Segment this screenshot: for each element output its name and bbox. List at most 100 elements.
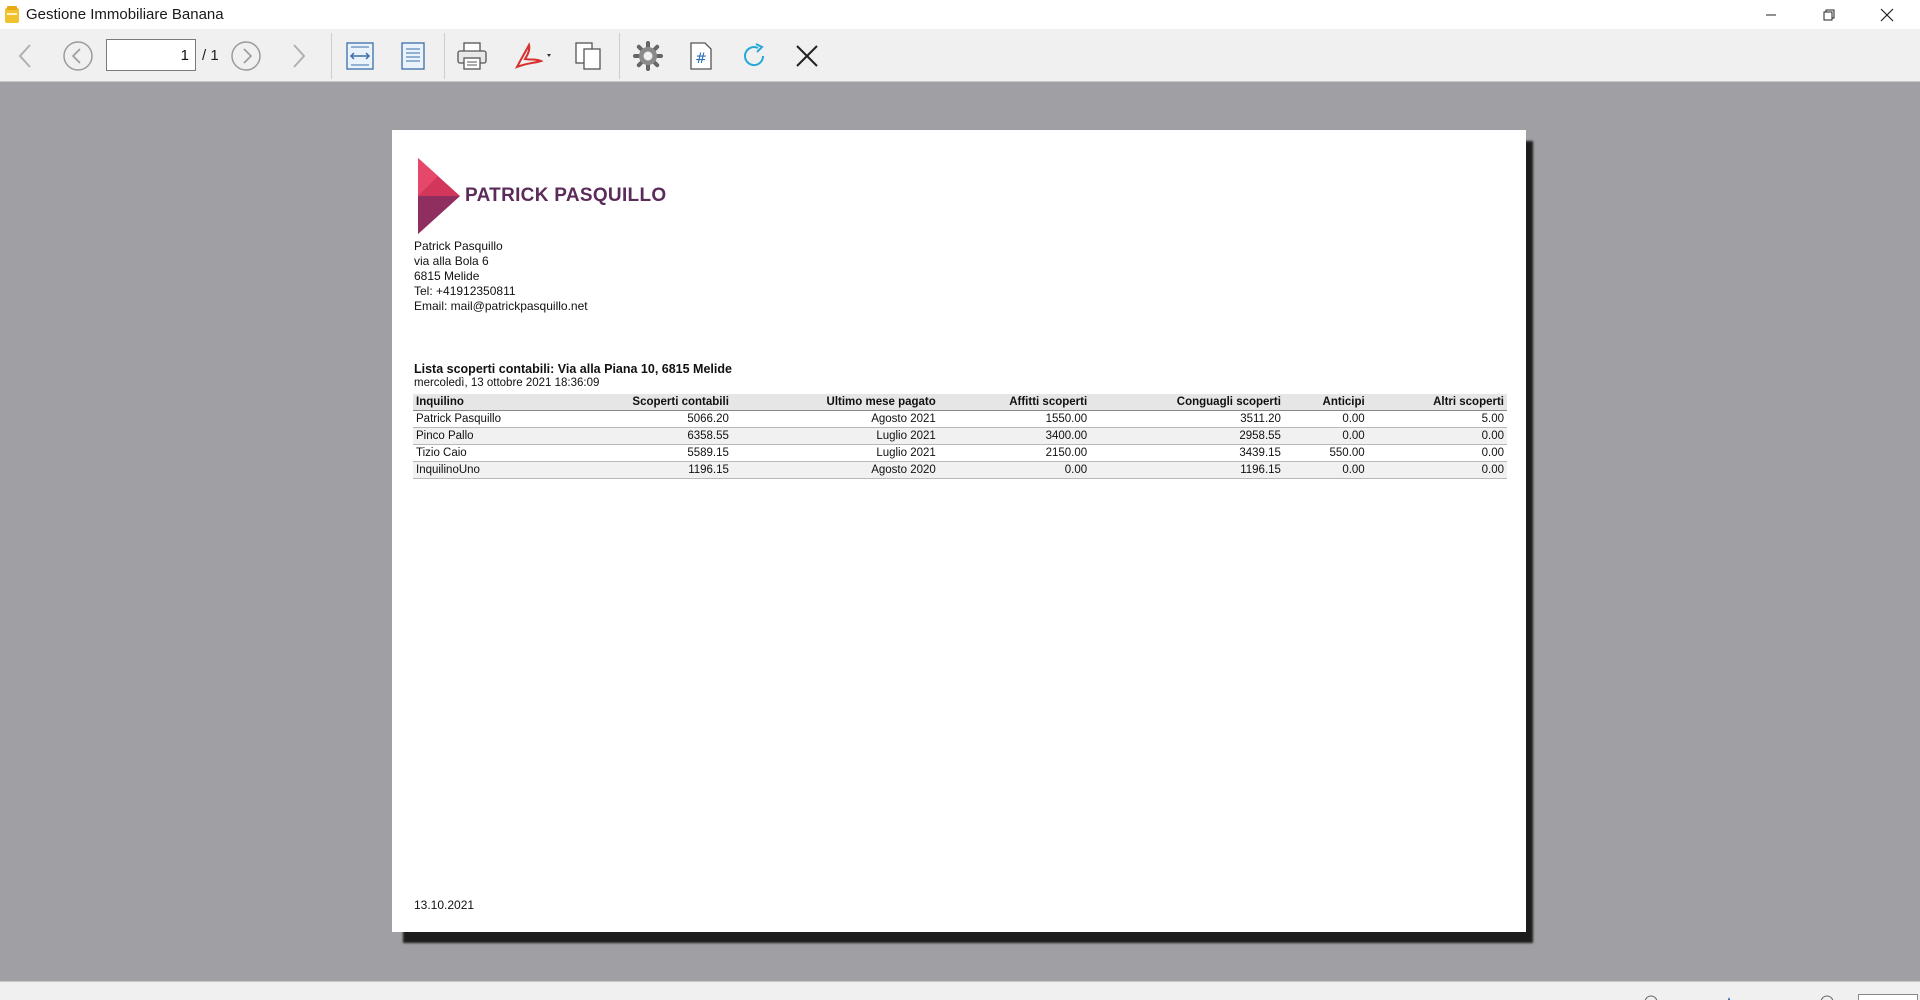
page-total-label: / 1 [202, 47, 219, 64]
print-icon [457, 42, 487, 70]
table-cell: Agosto 2020 [731, 461, 939, 479]
table-cell: 1550.00 [938, 410, 1091, 428]
table-cell: 2958.55 [1090, 427, 1284, 445]
fit-width-button[interactable] [340, 36, 380, 76]
table-cell: InquilinoUno [413, 461, 551, 479]
close-icon [1880, 8, 1894, 21]
table-cell: Luglio 2021 [731, 444, 939, 462]
column-header: Inquilino [413, 394, 551, 411]
table-cell: Agosto 2021 [731, 410, 939, 428]
address-line: Email: mail@patrickpasquillo.net [414, 299, 588, 313]
zoom-out-icon[interactable] [1644, 994, 1658, 1000]
settings-button[interactable] [628, 36, 668, 76]
pdf-export-button[interactable] [506, 36, 560, 76]
next-page-icon [231, 41, 261, 71]
table-cell: 5.00 [1367, 410, 1507, 428]
page-number-icon: # [690, 42, 712, 70]
table-cell: 0.00 [1367, 461, 1507, 479]
page-number-input[interactable] [106, 39, 196, 71]
toolbar-separator [619, 33, 620, 79]
table-row: Pinco Pallo 6358.55 Luglio 2021 3400.00 … [413, 427, 1507, 445]
sender-address: Patrick Pasquillo via alla Bola 6 6815 M… [414, 239, 588, 314]
refresh-icon [744, 43, 765, 67]
previous-page-icon [63, 41, 93, 71]
forward-button[interactable] [278, 36, 318, 76]
company-logo [418, 158, 460, 234]
restore-icon [1823, 9, 1835, 20]
fit-width-icon [346, 42, 374, 70]
back-arrow-icon [18, 44, 31, 68]
copy-icon [575, 42, 601, 70]
minimize-icon [1766, 14, 1776, 15]
report-page: PATRICK PASQUILLO Patrick Pasquillo via … [392, 130, 1526, 932]
table-cell: 5589.15 [550, 444, 732, 462]
column-header: Scoperti contabili [550, 394, 732, 411]
table-cell: 0.00 [1283, 461, 1368, 479]
address-line: Tel: +41912350811 [414, 284, 516, 298]
table-cell: 3511.20 [1090, 410, 1284, 428]
settings-icon [633, 41, 663, 71]
table-cell: Tizio Caio [413, 444, 551, 462]
restore-button[interactable] [1800, 0, 1858, 29]
column-header: Altri scoperti [1367, 394, 1507, 411]
zoom-in-icon[interactable] [1820, 994, 1834, 1000]
table-cell: Patrick Pasquillo [413, 410, 551, 428]
table-row: InquilinoUno 1196.15 Agosto 2020 0.00 11… [413, 461, 1507, 479]
address-line: 6815 Melide [414, 269, 480, 283]
window-title: Gestione Immobiliare Banana [26, 6, 224, 23]
copy-button[interactable] [568, 36, 608, 76]
table-row: Tizio Caio 5589.15 Luglio 2021 2150.00 3… [413, 444, 1507, 462]
toolbar-separator [331, 33, 332, 79]
column-header: Affitti scoperti [938, 394, 1091, 411]
pdf-export-icon [514, 42, 551, 69]
page-number-button[interactable]: # [681, 36, 721, 76]
footer-date: 13.10.2021 [414, 898, 475, 912]
table-header-row: Inquilino Scoperti contabili Ultimo mese… [413, 394, 1507, 411]
viewer-toolbar: / 1 [0, 29, 1920, 82]
toolbar-separator [444, 33, 445, 79]
forward-arrow-icon [293, 44, 306, 68]
report-title: Lista scoperti contabili: Via alla Piana… [414, 362, 732, 376]
table-cell: 3439.15 [1090, 444, 1284, 462]
table-cell: 550.00 [1283, 444, 1368, 462]
table-cell: 2150.00 [938, 444, 1091, 462]
table-cell: Pinco Pallo [413, 427, 551, 445]
table-cell: 0.00 [1283, 410, 1368, 428]
table-cell: 3400.00 [938, 427, 1091, 445]
uncovered-accounts-table: Inquilino Scoperti contabili Ultimo mese… [413, 394, 1507, 479]
close-window-button[interactable] [1858, 0, 1916, 29]
address-line: via alla Bola 6 [414, 254, 489, 268]
previous-page-button[interactable] [58, 36, 98, 76]
table-cell: Luglio 2021 [731, 427, 939, 445]
column-header: Ultimo mese pagato [731, 394, 939, 411]
status-bar [0, 981, 1920, 1000]
refresh-button[interactable] [734, 36, 774, 76]
table-cell: 0.00 [1367, 444, 1507, 462]
table-cell: 0.00 [1283, 427, 1368, 445]
table-cell: 1196.15 [550, 461, 732, 479]
svg-text:#: # [695, 51, 707, 67]
table-cell: 0.00 [1367, 427, 1507, 445]
table-cell: 5066.20 [550, 410, 732, 428]
table-row: Patrick Pasquillo 5066.20 Agosto 2021 15… [413, 410, 1507, 428]
close-report-button[interactable] [787, 36, 827, 76]
company-name: PATRICK PASQUILLO [465, 185, 667, 206]
title-bar: Gestione Immobiliare Banana [0, 0, 1920, 29]
column-header: Anticipi [1283, 394, 1368, 411]
minimize-button[interactable] [1742, 0, 1800, 29]
next-page-button[interactable] [226, 36, 266, 76]
column-header: Conguagli scoperti [1090, 394, 1284, 411]
close-icon [796, 45, 818, 67]
back-button[interactable] [6, 36, 46, 76]
table-cell: 6358.55 [550, 427, 732, 445]
zoom-slider-handle-icon[interactable] [1722, 994, 1736, 1000]
fit-page-button[interactable] [393, 36, 433, 76]
address-line: Patrick Pasquillo [414, 239, 503, 253]
table-cell: 0.00 [938, 461, 1091, 479]
zoom-level-field[interactable] [1858, 994, 1918, 1000]
table-cell: 1196.15 [1090, 461, 1284, 479]
print-button[interactable] [452, 36, 492, 76]
report-date: mercoledì, 13 ottobre 2021 18:36:09 [414, 377, 600, 389]
fit-page-icon [401, 42, 425, 70]
banana-app-icon [5, 6, 19, 23]
